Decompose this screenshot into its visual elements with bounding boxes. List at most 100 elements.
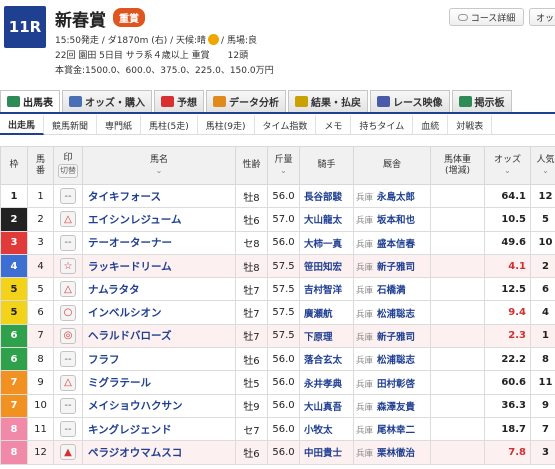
trainer-name[interactable]: 田村彰啓 — [377, 379, 415, 390]
mark-cell: ○ — [53, 300, 83, 325]
mark-select[interactable]: △ — [60, 281, 76, 298]
sort-chevron-icon[interactable]: ⌄ — [156, 166, 163, 175]
jockey-name[interactable]: 大山真吾 — [299, 393, 354, 418]
horse-name[interactable]: テーオーターナー — [82, 230, 236, 255]
tab-2[interactable]: 予想 — [154, 90, 204, 112]
table-row[interactable]: 2 2 △ エイシンレジューム 牡6 57.0 大山龍太 兵庫 坂本和也 10.5 5 — [0, 207, 555, 232]
tab-5[interactable]: レース映像 — [370, 90, 450, 112]
trainer-name[interactable]: 新子雅司 — [377, 332, 415, 343]
tab-1[interactable]: オッズ・購入 — [62, 90, 152, 112]
mark-toggle[interactable]: 切替 — [58, 163, 78, 178]
table-row[interactable]: 4 4 ☆ ラッキードリーム 牡8 57.5 笹田知宏 兵庫 新子雅司 4.1 2 — [0, 253, 555, 279]
mark-select[interactable]: -- — [60, 234, 76, 251]
table-row[interactable]: 7 10 -- メイショウハクサン 牡9 56.0 大山真吾 兵庫 森澤友貴 36.3 9 — [0, 393, 555, 418]
subtab-8[interactable]: 血統 — [413, 115, 449, 135]
trainer-name[interactable]: 永島太郎 — [377, 192, 415, 203]
trainer-name[interactable]: 新子雅司 — [377, 262, 415, 273]
jockey-name[interactable]: 小牧太 — [299, 416, 354, 442]
header-body[interactable]: 馬体重 (増減) — [430, 146, 485, 185]
horse-name[interactable]: フラフ — [82, 347, 236, 372]
sort-chevron-icon[interactable]: ⌄ — [504, 166, 511, 175]
subtab-4[interactable]: 馬柱(9走) — [198, 115, 255, 135]
trainer-name[interactable]: 盛本信春 — [377, 239, 415, 250]
mark-select[interactable]: △ — [60, 211, 76, 228]
sex-age-cell: 牡6 — [235, 207, 268, 232]
horse-name[interactable]: ヘラルドバローズ — [82, 323, 236, 349]
horse-name[interactable]: メイショウハクサン — [82, 393, 236, 418]
tab-6[interactable]: 掲示板 — [451, 90, 512, 112]
jockey-name[interactable]: 落合玄太 — [299, 347, 354, 372]
table-row[interactable]: 8 11 -- キングレジェンド セ7 56.0 小牧太 兵庫 尾林幸二 18.7 7 — [0, 416, 555, 442]
header-weight[interactable]: 斤量 ⌄ — [267, 146, 300, 185]
jockey-name[interactable]: 永井孝典 — [299, 370, 354, 395]
tab-0[interactable]: 出馬表 — [0, 90, 60, 112]
header-odds[interactable]: オッズ ⌄ — [484, 146, 531, 185]
mark-select[interactable]: ○ — [60, 304, 76, 321]
table-row[interactable]: 5 5 △ ナムラタタ 牡7 57.5 吉村智洋 兵庫 石橋満 12.5 6 — [0, 277, 555, 302]
mark-select[interactable]: ▲ — [60, 444, 76, 461]
header-umaban[interactable]: 馬 番 — [27, 146, 54, 185]
subtab-2[interactable]: 専門紙 — [97, 115, 142, 135]
mark-select[interactable]: -- — [60, 397, 76, 414]
horse-name[interactable]: エイシンレジューム — [82, 207, 236, 232]
course-detail-button[interactable]: コース詳細 — [449, 8, 524, 26]
subtab-7[interactable]: 持ちタイム — [351, 115, 414, 135]
trainer-name[interactable]: 松浦聡志 — [377, 309, 415, 320]
jockey-name[interactable]: 笹田知宏 — [299, 253, 354, 279]
table-row[interactable]: 7 9 △ ミグラテール 牡5 56.0 永井孝典 兵庫 田村彰啓 60.6 11 — [0, 370, 555, 395]
table-row[interactable]: 1 1 -- タイキフォース 牡8 56.0 長谷部駿 兵庫 永島太郎 64.1 12 — [0, 183, 555, 209]
jockey-name[interactable]: 中田貴士 — [299, 440, 354, 465]
mark-cell: ☆ — [53, 253, 83, 279]
subtab-6[interactable]: メモ — [316, 115, 352, 135]
jockey-name[interactable]: 廣瀬航 — [299, 300, 354, 325]
table-row[interactable]: 3 3 -- テーオーターナー セ8 56.0 大柿一真 兵庫 盛本信春 49.6 10 — [0, 230, 555, 255]
mark-select[interactable]: ◎ — [60, 327, 76, 344]
jockey-name[interactable]: 吉村智洋 — [299, 277, 354, 302]
horse-name[interactable]: インベルシオン — [82, 300, 236, 325]
trainer-cell: 兵庫 森澤友貴 — [353, 393, 431, 418]
table-row[interactable]: 5 6 ○ インベルシオン 牡7 57.5 廣瀬航 兵庫 松浦聡志 9.4 4 — [0, 300, 555, 325]
horse-name[interactable]: キングレジェンド — [82, 416, 236, 442]
mark-select[interactable]: -- — [60, 421, 76, 438]
tab-3[interactable]: データ分析 — [206, 90, 286, 112]
subtab-9[interactable]: 対戦表 — [448, 115, 493, 135]
table-row[interactable]: 6 7 ◎ ヘラルドバローズ 牡7 57.5 下原理 兵庫 新子雅司 2.3 1 — [0, 323, 555, 349]
horse-name[interactable]: ペラジオウマムスコ — [82, 440, 236, 465]
sort-chevron-icon[interactable]: ⌄ — [280, 166, 287, 175]
trainer-name[interactable]: 森澤友貴 — [377, 402, 415, 413]
header-sex[interactable]: 性齢 — [235, 146, 268, 185]
tab-4[interactable]: 結果・払戻 — [288, 90, 368, 112]
header-waku[interactable]: 枠 — [0, 146, 28, 185]
header-jockey[interactable]: 騎手 — [299, 146, 354, 185]
sort-chevron-icon[interactable]: ⌄ — [542, 166, 549, 175]
jockey-name[interactable]: 下原理 — [299, 323, 354, 349]
horse-name[interactable]: ナムラタタ — [82, 277, 236, 302]
header-pop[interactable]: 人気 ⌄ — [530, 146, 555, 185]
trainer-name[interactable]: 栗林徹治 — [377, 448, 415, 459]
trainer-name[interactable]: 尾林幸二 — [377, 425, 415, 436]
trainer-name[interactable]: 石橋満 — [377, 285, 406, 296]
horse-name[interactable]: タイキフォース — [82, 183, 236, 209]
table-row[interactable]: 6 8 -- フラフ 牡6 56.0 落合玄太 兵庫 松浦聡志 22.2 8 — [0, 347, 555, 372]
subtab-3[interactable]: 馬柱(5走) — [141, 115, 198, 135]
header-trainer[interactable]: 厩舎 — [353, 146, 431, 185]
trainer-name[interactable]: 坂本和也 — [377, 215, 415, 226]
mark-select[interactable]: △ — [60, 374, 76, 391]
table-row[interactable]: 8 12 ▲ ペラジオウマムスコ 牡6 56.0 中田貴士 兵庫 栗林徹治 7.8 3 — [0, 440, 555, 465]
horse-name[interactable]: ラッキードリーム — [82, 253, 236, 279]
header-name[interactable]: 馬名 ⌄ — [82, 146, 236, 185]
horse-name[interactable]: ミグラテール — [82, 370, 236, 395]
header-mark[interactable]: 印 切替 — [53, 146, 83, 185]
mark-select[interactable]: -- — [60, 351, 76, 368]
mark-select[interactable]: -- — [60, 188, 76, 205]
jockey-name[interactable]: 大山龍太 — [299, 207, 354, 232]
jockey-name[interactable]: 長谷部駿 — [299, 183, 354, 209]
odds-button[interactable]: オッズ — [529, 8, 555, 26]
mark-select[interactable]: ☆ — [60, 258, 76, 275]
subtab-5[interactable]: タイム指数 — [255, 115, 317, 135]
jockey-name[interactable]: 大柿一真 — [299, 230, 354, 255]
subtab-0[interactable]: 出走馬 — [0, 115, 45, 135]
trainer-name[interactable]: 松浦聡志 — [377, 355, 415, 366]
subtab-1[interactable]: 競馬新聞 — [44, 115, 98, 135]
region-label: 兵庫 — [356, 239, 374, 250]
